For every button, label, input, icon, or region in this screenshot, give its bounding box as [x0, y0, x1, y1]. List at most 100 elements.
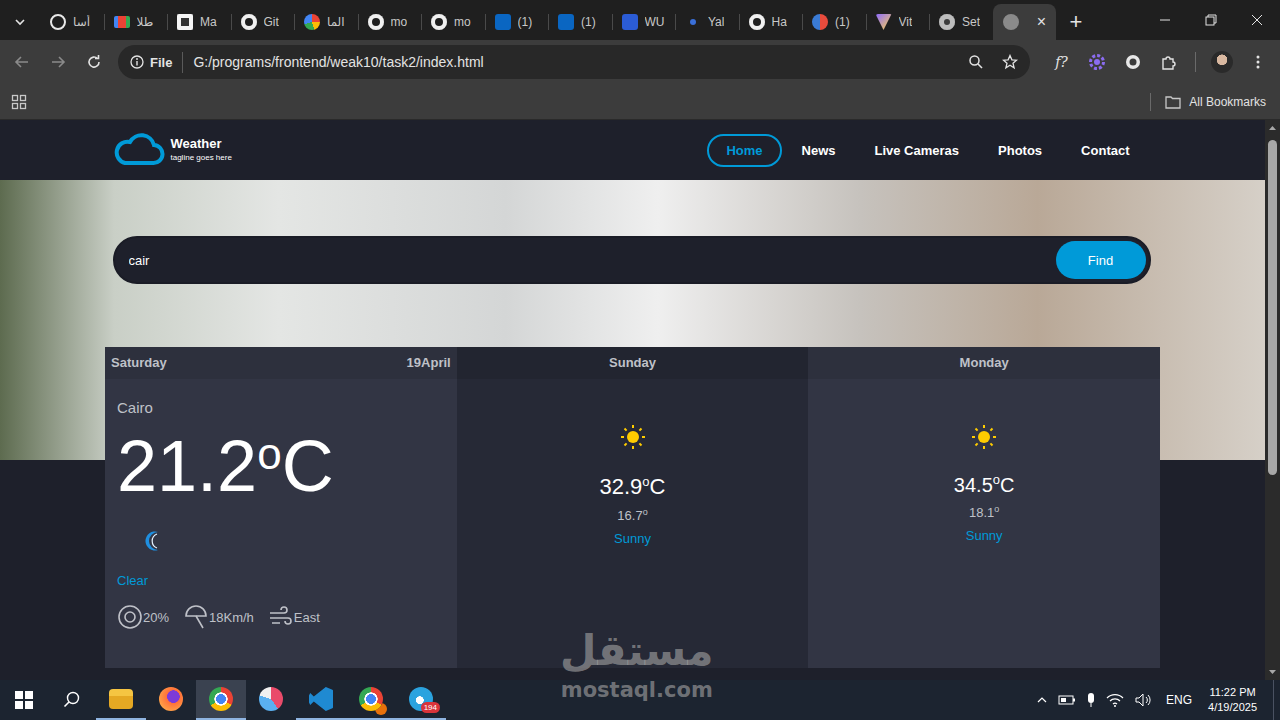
search-bar: Find	[113, 236, 1151, 284]
scheme-label: File	[150, 55, 172, 70]
show-desktop-button[interactable]	[1273, 680, 1280, 720]
speaker-icon[interactable]	[1134, 692, 1152, 708]
browser-tab[interactable]: طلا	[104, 4, 168, 40]
clock[interactable]: 11:22 PM4/19/2025	[1202, 685, 1263, 715]
find-button[interactable]: Find	[1056, 241, 1146, 279]
nav-item[interactable]: Photos	[979, 134, 1061, 167]
start-button[interactable]	[0, 680, 48, 720]
close-icon	[1251, 14, 1263, 26]
watermark: مستقلmostaql.com	[560, 626, 714, 702]
notification-badge: 194	[421, 702, 440, 713]
zoom-icon[interactable]	[968, 54, 984, 70]
bookmark-star-icon[interactable]	[1002, 54, 1018, 70]
app-icon	[359, 687, 383, 711]
card-header: Monday	[808, 347, 1160, 379]
taskbar-app[interactable]	[196, 680, 246, 720]
browser-tab[interactable]: Vit	[866, 4, 930, 40]
microphone-icon[interactable]	[1086, 692, 1096, 708]
umbrella-icon	[117, 604, 143, 630]
puzzle-icon	[1160, 53, 1178, 71]
favicon-icon	[114, 16, 130, 28]
nav-item[interactable]: Live Cameras	[855, 134, 978, 167]
extension-button[interactable]	[1081, 46, 1113, 78]
browser-tab[interactable]: ×	[993, 4, 1057, 40]
scroll-thumb[interactable]	[1268, 140, 1277, 475]
favicon-icon	[304, 14, 320, 30]
favicon-icon	[939, 14, 955, 30]
browser-tab[interactable]: (1)	[548, 4, 612, 40]
taskbar-app[interactable]	[246, 680, 296, 720]
extension-button[interactable]	[1117, 46, 1149, 78]
taskbar-app[interactable]	[146, 680, 196, 720]
minimize-button[interactable]	[1142, 0, 1188, 40]
site-info-chip[interactable]: File	[124, 52, 183, 73]
brand-name: Weather	[171, 136, 232, 152]
browser-tab[interactable]: (1)	[802, 4, 866, 40]
favicon-icon	[876, 14, 892, 30]
page-scrollbar[interactable]	[1265, 120, 1280, 680]
minimize-icon	[1159, 14, 1171, 26]
back-button[interactable]	[6, 46, 38, 78]
stat-value: 20%	[143, 610, 169, 625]
close-window-button[interactable]	[1234, 0, 1280, 40]
browser-tab[interactable]: Ma	[167, 4, 231, 40]
favicon-icon	[622, 14, 638, 30]
battery-icon[interactable]	[1058, 693, 1076, 707]
page-viewport: Weathertagline goes here HomeNewsLive Cam…	[0, 120, 1280, 680]
chrome-menu-button[interactable]	[1242, 46, 1274, 78]
browser-tab[interactable]: أسا	[40, 4, 104, 40]
nav-item[interactable]: News	[783, 134, 855, 167]
tab-search-button[interactable]	[0, 4, 40, 40]
restore-button[interactable]	[1188, 0, 1234, 40]
profile-button[interactable]	[1206, 46, 1238, 78]
wind-speed-icon	[183, 604, 209, 630]
condition-label: Clear	[117, 573, 445, 588]
nav-item[interactable]: Contact	[1062, 134, 1148, 167]
formula-extension[interactable]: f?	[1046, 54, 1077, 70]
forward-button[interactable]	[42, 46, 74, 78]
extensions-menu-button[interactable]	[1153, 46, 1185, 78]
new-tab-button[interactable]: +	[1058, 4, 1094, 40]
search-input[interactable]	[129, 253, 1056, 268]
circle-extension-icon	[1124, 53, 1142, 71]
taskbar-app[interactable]: 194	[396, 680, 446, 720]
brand-logo[interactable]: Weathertagline goes here	[113, 133, 232, 167]
browser-tab[interactable]: Ha	[739, 4, 803, 40]
all-bookmarks-button[interactable]: All Bookmarks	[1165, 95, 1266, 109]
browser-tab[interactable]: WU	[612, 4, 676, 40]
browser-tab[interactable]: Git	[231, 4, 295, 40]
favicon-icon	[495, 14, 511, 30]
tab-close-button[interactable]: ×	[1033, 13, 1050, 31]
favicon-icon	[50, 14, 66, 30]
card-header: Sunday	[457, 347, 809, 379]
wifi-icon[interactable]	[1106, 692, 1124, 708]
favicon-icon	[749, 14, 765, 30]
input-language[interactable]: ENG	[1166, 693, 1192, 707]
taskbar-app[interactable]	[346, 680, 396, 720]
nav-item[interactable]: Home	[707, 134, 781, 167]
app-icon	[259, 687, 283, 711]
today-card: Saturday19AprilCairo21.2oCClear20%18Km/h…	[105, 347, 457, 668]
tab-label: Vit	[899, 15, 913, 29]
taskbar-app[interactable]	[96, 680, 146, 720]
search-button[interactable]	[48, 680, 96, 720]
reload-button[interactable]	[78, 46, 110, 78]
browser-tab[interactable]: الما	[294, 4, 358, 40]
search-icon	[63, 691, 81, 709]
apps-grid-icon[interactable]	[11, 94, 27, 110]
condition-label: Sunny	[966, 528, 1003, 543]
favicon-icon	[812, 14, 828, 30]
chevron-down-icon	[14, 16, 26, 28]
browser-tab[interactable]: mo	[358, 4, 422, 40]
tab-label: (1)	[518, 15, 533, 29]
date-label: 19April	[407, 355, 451, 371]
browser-tab[interactable]: Yal	[675, 4, 739, 40]
browser-tab[interactable]: (1)	[485, 4, 549, 40]
taskbar-app[interactable]	[296, 680, 346, 720]
chevron-up-icon[interactable]	[1036, 694, 1048, 706]
browser-tab[interactable]: mo	[421, 4, 485, 40]
browser-tab[interactable]: Set	[929, 4, 993, 40]
scroll-down-icon[interactable]	[1265, 664, 1280, 680]
scroll-up-icon[interactable]	[1265, 120, 1280, 136]
address-bar[interactable]: FileG:/programs/frontend/weak10/task2/in…	[118, 45, 1030, 79]
